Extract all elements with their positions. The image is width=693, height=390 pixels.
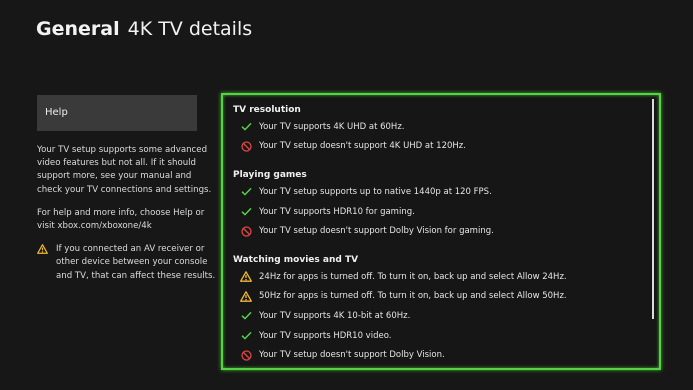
status-row: Your TV supports 4K 10-bit at 60Hz. — [233, 306, 645, 326]
title-page: 4K TV details — [127, 18, 253, 40]
warning-icon — [240, 290, 252, 302]
status-row: Your TV supports 4K UHD at 60Hz. — [233, 117, 645, 137]
check-icon — [240, 310, 252, 322]
check-icon — [240, 206, 252, 218]
status-row: Your TV setup doesn't support 4K UHD at … — [233, 137, 645, 157]
status-text: Your TV setup doesn't support Dolby Visi… — [259, 226, 494, 237]
status-row: Your TV supports HDR10 for gaming. — [233, 202, 645, 222]
check-icon — [240, 121, 252, 133]
section-title: Playing games — [233, 170, 307, 181]
warning-icon — [240, 271, 252, 283]
av-receiver-warning: If you connected an AV receiver or other… — [37, 243, 217, 283]
section-title: TV resolution — [233, 105, 301, 115]
title-section: General — [36, 18, 120, 40]
support-description: Your TV setup supports some advanced vid… — [37, 145, 212, 195]
status-text: 50Hz for apps is turned off. To turn it … — [259, 291, 567, 302]
status-row: 50Hz for apps is turned off. To turn it … — [233, 287, 645, 307]
blocked-icon — [240, 140, 252, 152]
blocked-icon — [240, 349, 252, 361]
scrollbar[interactable] — [652, 99, 654, 319]
status-text: Your TV supports 4K 10-bit at 60Hz. — [259, 310, 411, 321]
status-text: Your TV supports HDR10 for gaming. — [259, 206, 415, 217]
status-row: Your TV setup doesn't support Dolby Visi… — [233, 345, 645, 365]
status-text: Your TV setup supports up to native 1440… — [259, 186, 492, 197]
status-row: Your TV setup doesn't support Dolby Visi… — [233, 221, 645, 241]
check-icon — [240, 186, 252, 198]
help-info-text: For help and more info, choose Help or v… — [37, 207, 205, 232]
help-button-label: Help — [45, 107, 68, 118]
status-text: Your TV setup doesn't support 4K UHD at … — [259, 141, 466, 152]
status-text: Your TV setup doesn't support Dolby Visi… — [259, 350, 445, 361]
status-text: Your TV supports 4K UHD at 60Hz. — [259, 121, 405, 132]
page-title: General 4K TV details — [36, 18, 252, 40]
warning-text: If you connected an AV receiver or other… — [56, 244, 216, 281]
status-text: Your TV supports HDR10 video. — [259, 330, 392, 341]
panel-content: TV resolution Your TV supports 4K UHD at … — [233, 104, 645, 365]
help-description: Your TV setup supports some advanced vid… — [37, 144, 217, 283]
status-row: Your TV setup supports up to native 1440… — [233, 182, 645, 202]
section-title: Watching movies and TV — [233, 254, 359, 265]
blocked-icon — [240, 225, 252, 237]
check-icon — [240, 330, 252, 342]
warning-icon — [37, 244, 53, 255]
status-row: 24Hz for apps is turned off. To turn it … — [233, 267, 645, 287]
tv-details-panel[interactable]: TV resolution Your TV supports 4K UHD at … — [221, 93, 661, 370]
status-text: 24Hz for apps is turned off. To turn it … — [259, 271, 567, 282]
help-button[interactable]: Help — [37, 95, 197, 131]
status-row: Your TV supports HDR10 video. — [233, 326, 645, 346]
